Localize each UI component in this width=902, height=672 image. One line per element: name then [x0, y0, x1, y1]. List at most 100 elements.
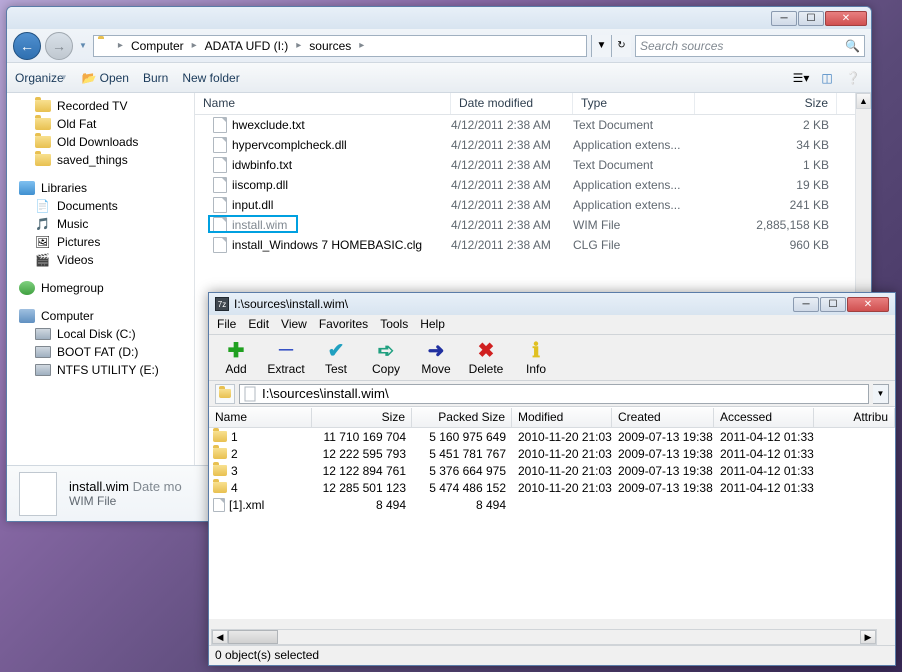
file-row[interactable]: input.dll 4/12/2011 2:38 AM Application … [195, 195, 871, 215]
address-dropdown-button[interactable]: ▼ [591, 35, 611, 57]
test-button[interactable]: ✔ Test [317, 337, 355, 378]
search-input[interactable]: Search sources 🔍 [635, 35, 865, 57]
up-button[interactable] [215, 384, 235, 404]
column-header-name[interactable]: Name [209, 408, 312, 427]
sidebar-item[interactable]: Recorded TV [7, 97, 194, 115]
maximize-button[interactable]: ☐ [820, 297, 846, 312]
breadcrumb[interactable]: ADATA UFD (I:) [201, 39, 293, 53]
sidebar-library-item[interactable]: 🎵Music [7, 215, 194, 233]
archive-row[interactable]: 4 12 285 501 123 5 474 486 152 2010-11-2… [209, 479, 895, 496]
view-options-button[interactable]: ☰ ▾ [791, 68, 811, 88]
column-header-attributes[interactable]: Attribu [814, 408, 895, 427]
burn-button[interactable]: Burn [143, 71, 168, 85]
column-header-packed[interactable]: Packed Size [412, 408, 512, 427]
sidebar-drive-item[interactable]: BOOT FAT (D:) [7, 343, 194, 361]
sidebar-item[interactable]: saved_things [7, 151, 194, 169]
sidebar-item[interactable]: Old Downloads [7, 133, 194, 151]
file-row[interactable]: hwexclude.txt 4/12/2011 2:38 AM Text Doc… [195, 115, 871, 135]
address-bar[interactable]: ▸ Computer ▸ ADATA UFD (I:) ▸ sources ▸ [93, 35, 587, 57]
homegroup-group[interactable]: Homegroup [7, 279, 194, 297]
maximize-button[interactable]: ☐ [798, 11, 824, 26]
path-dropdown-button[interactable]: ▼ [873, 384, 889, 404]
computer-group[interactable]: Computer [7, 307, 194, 325]
close-button[interactable]: ✕ [847, 297, 889, 312]
column-header-accessed[interactable]: Accessed [714, 408, 814, 427]
sidebar-drive-item[interactable]: Local Disk (C:) [7, 325, 194, 343]
menu-favorites[interactable]: Favorites [319, 317, 368, 332]
column-header-modified[interactable]: Modified [512, 408, 612, 427]
menu-help[interactable]: Help [420, 317, 445, 332]
preview-pane-button[interactable]: ◫ [817, 68, 837, 88]
help-button[interactable]: ❔ [843, 68, 863, 88]
file-row[interactable]: install_Windows 7 HOMEBASIC.clg 4/12/201… [195, 235, 871, 255]
back-button[interactable]: ← [13, 32, 41, 60]
archive-row[interactable]: 3 12 122 894 761 5 376 664 975 2010-11-2… [209, 462, 895, 479]
chevron-right-icon[interactable]: ▸ [294, 40, 303, 51]
file-icon [213, 137, 227, 153]
drive-icon [35, 364, 51, 376]
sidebar-library-item[interactable]: 📄Documents [7, 197, 194, 215]
library-item-icon: 📄 [35, 199, 51, 213]
scrollbar-thumb[interactable] [228, 630, 278, 644]
file-icon [213, 217, 227, 233]
column-header-size[interactable]: Size [312, 408, 412, 427]
new-folder-button[interactable]: New folder [182, 71, 239, 85]
sidebar-drive-item[interactable]: NTFS UTILITY (E:) [7, 361, 194, 379]
navigation-pane: Recorded TVOld FatOld Downloadssaved_thi… [7, 93, 195, 521]
forward-button[interactable]: → [45, 32, 73, 60]
file-row[interactable]: iiscomp.dll 4/12/2011 2:38 AM Applicatio… [195, 175, 871, 195]
column-header-created[interactable]: Created [612, 408, 714, 427]
sidebar-library-item[interactable]: 🎬Videos [7, 251, 194, 269]
library-item-icon: 🖼 [35, 235, 51, 249]
sidebar-library-item[interactable]: 🖼Pictures [7, 233, 194, 251]
archive-row[interactable]: [1].xml 8 494 8 494 [209, 496, 895, 513]
file-row[interactable]: hypervcomplcheck.dll 4/12/2011 2:38 AM A… [195, 135, 871, 155]
computer-icon [19, 309, 35, 323]
menu-view[interactable]: View [281, 317, 307, 332]
horizontal-scrollbar[interactable]: ◀ ▶ [211, 629, 877, 645]
extract-button[interactable]: ─ Extract [267, 337, 305, 378]
close-button[interactable]: ✕ [825, 11, 867, 26]
scroll-left-button[interactable]: ◀ [212, 630, 228, 644]
explorer-titlebar[interactable]: ─ ☐ ✕ [7, 7, 871, 29]
library-item-icon: 🎵 [35, 217, 51, 231]
folder-icon [213, 482, 227, 493]
menu-tools[interactable]: Tools [380, 317, 408, 332]
organize-button[interactable]: Organize ▼ [15, 71, 68, 85]
menu-file[interactable]: File [217, 317, 236, 332]
menu-edit[interactable]: Edit [248, 317, 269, 332]
file-row[interactable]: idwbinfo.txt 4/12/2011 2:38 AM Text Docu… [195, 155, 871, 175]
file-icon [213, 197, 227, 213]
chevron-right-icon[interactable]: ▸ [357, 40, 366, 51]
move-button[interactable]: ➜ Move [417, 337, 455, 378]
column-header-type[interactable]: Type [573, 93, 695, 114]
file-row[interactable]: install.wim 4/12/2011 2:38 AM WIM File 2… [195, 215, 871, 235]
minimize-button[interactable]: ─ [793, 297, 819, 312]
info-button[interactable]: ℹ Info [517, 337, 555, 378]
sidebar-item[interactable]: Old Fat [7, 115, 194, 133]
delete-button[interactable]: ✖ Delete [467, 337, 505, 378]
chevron-right-icon[interactable]: ▸ [116, 40, 125, 51]
archive-row[interactable]: 1 11 710 169 704 5 160 975 649 2010-11-2… [209, 428, 895, 445]
libraries-group[interactable]: Libraries [7, 179, 194, 197]
scroll-up-button[interactable]: ▲ [856, 93, 871, 109]
breadcrumb[interactable]: sources [305, 39, 355, 53]
minimize-button[interactable]: ─ [771, 11, 797, 26]
scroll-right-button[interactable]: ▶ [860, 630, 876, 644]
nav-history-dropdown[interactable]: ▼ [77, 41, 89, 50]
archive-row[interactable]: 2 12 222 595 793 5 451 781 767 2010-11-2… [209, 445, 895, 462]
breadcrumb[interactable]: Computer [127, 39, 188, 53]
refresh-button[interactable]: ↻ [611, 35, 631, 57]
folder-icon [98, 39, 114, 53]
open-button[interactable]: 📂Open [82, 71, 129, 85]
chevron-right-icon[interactable]: ▸ [190, 40, 199, 51]
folder-icon [35, 154, 51, 166]
column-header-name[interactable]: Name [195, 93, 451, 114]
column-header-size[interactable]: Size [695, 93, 837, 114]
path-input[interactable] [239, 384, 869, 404]
details-date-label: Date mo [133, 479, 182, 494]
copy-button[interactable]: ➪ Copy [367, 337, 405, 378]
sevenzip-titlebar[interactable]: 7z I:\sources\install.wim\ ─ ☐ ✕ [209, 293, 895, 315]
add-button[interactable]: ✚ Add [217, 337, 255, 378]
column-header-date[interactable]: Date modified [451, 93, 573, 114]
